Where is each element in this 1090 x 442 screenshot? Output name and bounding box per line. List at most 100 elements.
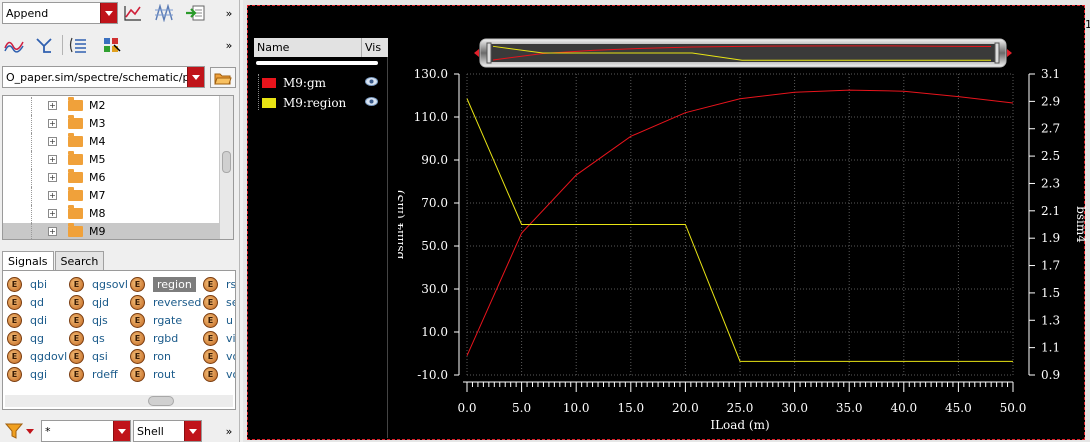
signal-item[interactable]: Eqgi (7, 365, 47, 383)
expand-icon[interactable]: + (48, 137, 57, 146)
signal-label: qgsovl (92, 277, 128, 291)
x-tick-label: 25.0 (727, 401, 754, 415)
signal-item[interactable]: Ergate (130, 311, 182, 329)
fork-icon[interactable] (33, 35, 55, 55)
signal-item[interactable]: Eqgdovl (7, 347, 67, 365)
tree-item-m2[interactable]: + M2 (3, 97, 221, 115)
signal-item[interactable]: Eregion (130, 275, 196, 293)
eye-icon[interactable] (365, 97, 378, 106)
tree-item-m5[interactable]: + M5 (3, 151, 221, 169)
x-tick-label: 45.0 (945, 401, 972, 415)
tree-item-m7[interactable]: + M7 (3, 187, 221, 205)
signal-item[interactable]: Erdeff (69, 365, 118, 383)
tree-item-m6[interactable]: + M6 (3, 169, 221, 187)
y-tick-label-left: 130.0 (414, 67, 448, 81)
overview-right-arrow-icon[interactable] (1007, 49, 1012, 57)
tree-guide-line (31, 97, 32, 115)
signals-scrollbar[interactable] (5, 395, 233, 407)
filter-icon[interactable] (3, 421, 37, 441)
y-tick-label-right: 3.1 (1041, 67, 1060, 81)
trace-m9-gm[interactable] (466, 89, 1014, 356)
y-tick-label-left: 70.0 (421, 196, 448, 210)
y-tick-label-right: 1.1 (1041, 341, 1060, 355)
expand-icon[interactable]: + (48, 209, 57, 218)
signal-tree[interactable]: + M2 + M3 + M4 + M5 + M6 + M7 + M8 + M9 (2, 95, 234, 240)
signal-item[interactable]: Eqs (69, 329, 105, 347)
expand-icon[interactable]: + (48, 191, 57, 200)
expression-icon: E (203, 312, 218, 328)
mode-select[interactable]: Append (2, 2, 118, 24)
tree-item-m9[interactable]: + M9 (3, 223, 221, 239)
expression-icon: E (203, 366, 218, 382)
signal-item[interactable]: Evo (203, 365, 235, 383)
list-icon[interactable] (67, 35, 89, 55)
wave-icon[interactable] (3, 35, 25, 55)
tree-item-m4[interactable]: + M4 (3, 133, 221, 151)
signal-item[interactable]: Eqgsovl (69, 275, 128, 293)
mode-select-value: Append (6, 6, 49, 20)
folder-open-icon[interactable] (210, 67, 236, 88)
eye-icon[interactable] (365, 77, 378, 86)
overview-left-arrow-icon[interactable] (474, 49, 479, 57)
tab-search[interactable]: Search (54, 251, 105, 270)
tree-item-m8[interactable]: + M8 (3, 205, 221, 223)
legend-swatch (262, 78, 276, 88)
plot-area[interactable]: 0.0 5.0 10.0 15.0 20.0 25.0 30.0 35.0 40.0 45.0 50… (398, 6, 1086, 436)
double-chevron-right-icon[interactable]: » (218, 35, 240, 55)
overview-left-handle[interactable] (486, 42, 492, 64)
signal-label: se (226, 295, 235, 309)
expand-icon[interactable]: + (48, 173, 57, 182)
signal-item[interactable]: Eqsi (69, 347, 108, 365)
y-tick-label-left: 10.0 (421, 325, 448, 339)
multi-chart-icon[interactable] (153, 3, 175, 23)
signal-item[interactable]: Eqjs (69, 311, 108, 329)
overview-right-handle[interactable] (994, 42, 1000, 64)
signals-scroll-thumb[interactable] (148, 396, 174, 406)
signal-item[interactable]: Eqd (7, 293, 44, 311)
tree-scrollbar[interactable] (219, 96, 233, 239)
export-icon[interactable] (184, 3, 206, 23)
expand-icon[interactable]: + (48, 227, 57, 236)
legend-tree-line (258, 74, 259, 110)
double-chevron-right-icon[interactable]: » (218, 3, 240, 23)
signal-item[interactable]: Ergbd (130, 329, 178, 347)
path-select[interactable]: O_paper.sim/spectre/schematic/psf (2, 66, 205, 88)
signal-item[interactable]: Eqbi (7, 275, 47, 293)
signal-item[interactable]: Ers (203, 275, 235, 293)
legend-scrollbar[interactable] (256, 61, 378, 65)
legend-entry[interactable]: M9:gm (262, 74, 386, 92)
expand-icon[interactable]: + (48, 101, 57, 110)
signal-item[interactable]: Evi (203, 329, 235, 347)
line-chart-icon[interactable] (122, 3, 144, 23)
signal-item[interactable]: Eqdi (7, 311, 47, 329)
signal-label: qgdovl (30, 349, 68, 363)
folder-icon (68, 187, 83, 201)
signal-item[interactable]: Eu (203, 311, 233, 329)
y-tick-label-right: 2.1 (1041, 204, 1060, 218)
signal-item[interactable]: Eron (130, 347, 171, 365)
signal-item[interactable]: Evo (203, 347, 235, 365)
chevron-down-icon[interactable] (113, 421, 130, 441)
tree-item-m3[interactable]: + M3 (3, 115, 221, 133)
signal-item[interactable]: Erout (130, 365, 175, 383)
signal-item[interactable]: Ese (203, 293, 235, 311)
signal-item[interactable]: Ereversed (130, 293, 201, 311)
signal-label: u (226, 313, 233, 327)
trace-m9-region[interactable] (466, 98, 1013, 362)
double-chevron-right-icon[interactable]: » (218, 421, 240, 441)
legend-name-header: Name (257, 41, 290, 54)
grid-select-icon[interactable] (101, 35, 123, 55)
tree-scroll-thumb[interactable] (222, 151, 231, 173)
shell-select[interactable]: Shell (133, 420, 202, 442)
expand-icon[interactable]: + (48, 155, 57, 164)
tab-signals[interactable]: Signals (2, 251, 54, 270)
chevron-down-icon[interactable] (184, 421, 201, 441)
expand-icon[interactable]: + (48, 119, 57, 128)
graph-window[interactable]: Name Vis M9:gm M9:region 0.0 5.0 10.0 15.0 20… (247, 5, 1086, 440)
signal-item[interactable]: Eqjd (69, 293, 109, 311)
chevron-down-icon[interactable] (100, 3, 117, 23)
signal-item[interactable]: Eqg (7, 329, 44, 347)
chevron-down-icon[interactable] (187, 67, 204, 87)
filter-input[interactable]: * (41, 420, 131, 442)
legend-entry[interactable]: M9:region (262, 94, 386, 112)
